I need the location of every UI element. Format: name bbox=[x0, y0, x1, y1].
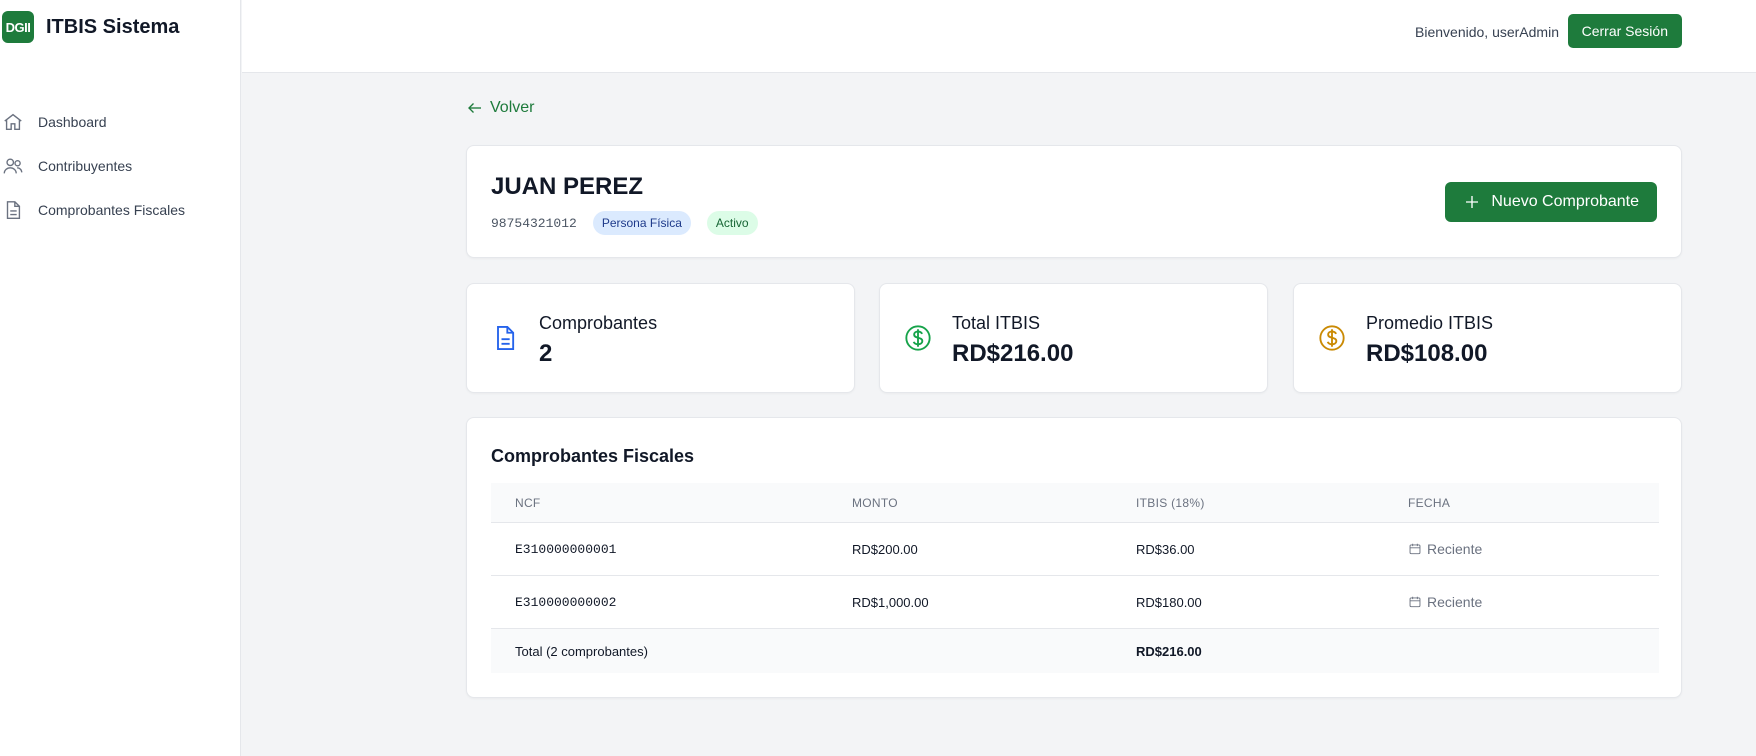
top-header: Bienvenido, userAdmin Cerrar Sesión bbox=[242, 0, 1756, 73]
stat-value: RD$216.00 bbox=[952, 340, 1074, 367]
cell-itbis: RD$180.00 bbox=[1136, 594, 1202, 610]
taxpayer-rnc: 98754321012 bbox=[491, 215, 577, 231]
stat-value: 2 bbox=[539, 340, 553, 367]
stat-card-comprobantes: Comprobantes 2 bbox=[466, 283, 855, 393]
stat-card-total-itbis: Total ITBIS RD$216.00 bbox=[879, 283, 1268, 393]
stat-label: Total ITBIS bbox=[952, 313, 1041, 333]
stat-card-promedio-itbis: Promedio ITBIS RD$108.00 bbox=[1293, 283, 1682, 393]
taxpayer-meta: 98754321012 Persona Física Activo bbox=[491, 211, 758, 235]
dollar-circle-icon bbox=[905, 325, 931, 351]
taxpayer-name: JUAN PEREZ bbox=[491, 173, 644, 200]
footer-total-label: Total (2 comprobantes) bbox=[515, 643, 648, 659]
plus-icon bbox=[1466, 196, 1479, 208]
sidebar-item-label: Dashboard bbox=[38, 114, 107, 130]
brand[interactable]: DGII ITBIS Sistema bbox=[2, 11, 179, 43]
sidebar-nav: Dashboard Contribuyentes Comprobantes Fi… bbox=[0, 100, 240, 232]
welcome-text: Bienvenido, userAdmin bbox=[1415, 24, 1559, 40]
sidebar-item-contribuyentes[interactable]: Contribuyentes bbox=[0, 144, 240, 188]
cell-itbis: RD$36.00 bbox=[1136, 541, 1195, 557]
table-row[interactable]: E310000000002 RD$1,000.00 RD$180.00 Reci… bbox=[491, 576, 1659, 629]
column-header-fecha[interactable]: FECHA bbox=[1408, 496, 1450, 510]
status-badge: Activo bbox=[706, 211, 758, 235]
sidebar-item-comprobantes[interactable]: Comprobantes Fiscales bbox=[0, 188, 240, 232]
footer-total-itbis: RD$216.00 bbox=[1136, 643, 1202, 659]
back-label: Volver bbox=[490, 99, 535, 116]
stat-label: Comprobantes bbox=[539, 313, 658, 333]
table-title: Comprobantes Fiscales bbox=[491, 446, 695, 466]
new-comprobante-label: Nuevo Comprobante bbox=[1491, 193, 1639, 210]
cell-fecha: Reciente bbox=[1408, 594, 1482, 610]
stat-value: RD$108.00 bbox=[1366, 340, 1488, 367]
file-text-icon bbox=[497, 325, 515, 351]
comprobantes-table: NCF MONTO ITBIS (18%) FECHA E31000000000… bbox=[491, 483, 1659, 673]
logout-button[interactable]: Cerrar Sesión bbox=[1567, 14, 1682, 48]
cell-ncf: E310000000002 bbox=[515, 594, 617, 610]
document-icon bbox=[6, 201, 21, 219]
column-header-ncf[interactable]: NCF bbox=[515, 496, 541, 510]
table-footer: Total (2 comprobantes) RD$216.00 bbox=[491, 629, 1659, 673]
taxpayer-type-badge: Persona Física bbox=[592, 211, 691, 235]
cell-fecha: Reciente bbox=[1408, 541, 1482, 557]
table-row[interactable]: E310000000001 RD$200.00 RD$36.00 Recient… bbox=[491, 523, 1659, 576]
fecha-text: Reciente bbox=[1427, 541, 1483, 557]
taxpayer-card: JUAN PEREZ 98754321012 Persona Física Ac… bbox=[466, 145, 1682, 258]
sidebar: DGII ITBIS Sistema Dashboard Contribuyen… bbox=[0, 0, 241, 756]
calendar-icon bbox=[1409, 543, 1421, 555]
home-icon bbox=[4, 113, 22, 131]
new-comprobante-button[interactable]: Nuevo Comprobante bbox=[1445, 182, 1657, 222]
table-header: NCF MONTO ITBIS (18%) FECHA bbox=[491, 483, 1659, 523]
stat-label: Promedio ITBIS bbox=[1366, 313, 1494, 333]
brand-name: ITBIS Sistema bbox=[46, 15, 180, 38]
sidebar-item-label: Contribuyentes bbox=[38, 158, 133, 174]
sidebar-item-dashboard[interactable]: Dashboard bbox=[0, 100, 240, 144]
dollar-circle-icon bbox=[1319, 325, 1345, 351]
brand-logo: DGII bbox=[2, 11, 34, 43]
column-header-monto[interactable]: MONTO bbox=[852, 496, 898, 510]
comprobantes-table-card: Comprobantes Fiscales NCF MONTO ITBIS (1… bbox=[466, 417, 1682, 698]
cell-monto: RD$200.00 bbox=[852, 541, 918, 557]
column-header-itbis[interactable]: ITBIS (18%) bbox=[1136, 496, 1205, 510]
arrow-left-icon bbox=[468, 103, 481, 113]
calendar-icon bbox=[1409, 596, 1421, 608]
back-link[interactable]: Volver bbox=[466, 99, 534, 117]
cell-ncf: E310000000001 bbox=[515, 541, 617, 557]
users-icon bbox=[3, 158, 23, 174]
fecha-text: Reciente bbox=[1427, 594, 1483, 610]
sidebar-item-label: Comprobantes Fiscales bbox=[38, 202, 186, 218]
cell-monto: RD$1,000.00 bbox=[852, 594, 929, 610]
